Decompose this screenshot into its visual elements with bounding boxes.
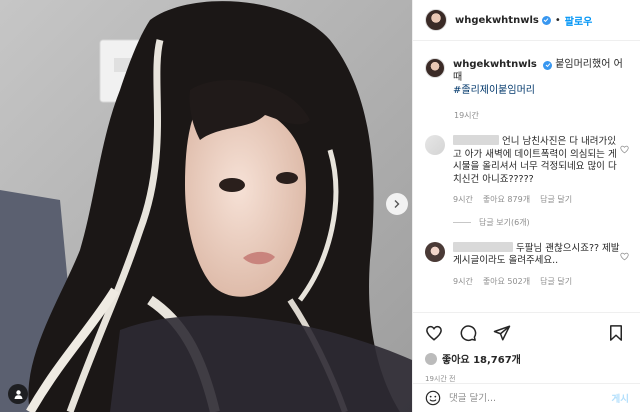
comment-time: 9시간 bbox=[453, 276, 473, 286]
comment-username-blurred[interactable] bbox=[453, 241, 513, 252]
save-button[interactable] bbox=[607, 322, 629, 344]
comment-item: 언니 남친사진은 다 내려가있고 아가 새벽에 데이트폭력이 의심되는 게시물을… bbox=[425, 135, 629, 207]
tagged-users-button[interactable] bbox=[8, 384, 28, 404]
person-icon bbox=[14, 389, 22, 399]
comment-likes[interactable]: 좋아요 502개 bbox=[483, 276, 530, 289]
next-image-button[interactable] bbox=[386, 193, 408, 215]
comment-heart-icon[interactable] bbox=[620, 145, 629, 154]
post-photo[interactable] bbox=[0, 0, 412, 412]
verified-badge-icon bbox=[543, 60, 553, 70]
comment-likes[interactable]: 좋아요 879개 bbox=[483, 194, 530, 207]
comments-list[interactable]: whgekwhtnwls 붙임머리했어 어때 #졸리제이붙임머리 19시간 언니… bbox=[413, 48, 640, 308]
view-replies-button[interactable]: 답글 보기(6개) bbox=[453, 217, 629, 228]
comment-heart-icon[interactable] bbox=[620, 252, 629, 261]
caption-hashtag[interactable]: #졸리제이붙임머리 bbox=[453, 84, 629, 97]
caption-username[interactable]: whgekwhtnwls bbox=[453, 59, 537, 70]
liker-avatar bbox=[425, 352, 437, 365]
view-replies-label: 답글 보기(6개) bbox=[479, 217, 530, 227]
separator-dot: • bbox=[554, 14, 561, 26]
comment-username-blurred[interactable] bbox=[453, 135, 499, 145]
reply-button[interactable]: 답글 달기 bbox=[540, 276, 572, 289]
smiley-icon[interactable] bbox=[425, 390, 441, 406]
replies-line bbox=[453, 221, 471, 223]
post-comment-button[interactable]: 게시 bbox=[612, 391, 629, 405]
caption-avatar[interactable] bbox=[425, 58, 445, 78]
comment-avatar-blurred[interactable] bbox=[425, 241, 445, 262]
add-comment-bar: 게시 bbox=[413, 383, 640, 412]
post-actions: 좋아요 18,767개 19시간 전 bbox=[413, 312, 640, 384]
comment-time: 9시간 bbox=[453, 195, 473, 204]
follow-button[interactable]: 팔로우 bbox=[565, 13, 593, 28]
avatar[interactable] bbox=[425, 9, 447, 31]
bookmark-icon bbox=[610, 325, 622, 341]
instagram-post: whgekwhtnwls • 팔로우 whgekwhtnwls 붙임머리했어 어… bbox=[0, 0, 640, 412]
comment-button[interactable] bbox=[459, 322, 481, 344]
selfie-image bbox=[0, 0, 412, 412]
header-username[interactable]: whgekwhtnwls bbox=[455, 15, 539, 26]
caption: whgekwhtnwls 붙임머리했어 어때 #졸리제이붙임머리 bbox=[425, 58, 629, 97]
chevron-right-icon bbox=[394, 200, 400, 208]
reply-button[interactable]: 답글 달기 bbox=[540, 194, 572, 207]
comment-item: 두팔님 괜찮으시죠?? 제발 게시글이라도 올려주세요.. 9시간 좋아요 50… bbox=[425, 241, 629, 289]
heart-icon bbox=[426, 325, 442, 341]
share-button[interactable] bbox=[493, 322, 515, 344]
comment-input[interactable] bbox=[449, 392, 612, 404]
verified-badge-icon bbox=[541, 15, 551, 25]
like-button[interactable] bbox=[425, 322, 447, 344]
likes-label: 좋아요 18,767개 bbox=[442, 355, 521, 366]
share-icon bbox=[493, 325, 511, 341]
likes-count[interactable]: 좋아요 18,767개 bbox=[425, 351, 629, 366]
caption-time: 19시간 bbox=[454, 111, 479, 120]
comment-icon bbox=[460, 325, 477, 342]
post-side-panel: whgekwhtnwls • 팔로우 whgekwhtnwls 붙임머리했어 어… bbox=[412, 0, 640, 412]
comment-avatar-blurred[interactable] bbox=[425, 135, 445, 155]
post-header: whgekwhtnwls • 팔로우 bbox=[413, 0, 640, 41]
